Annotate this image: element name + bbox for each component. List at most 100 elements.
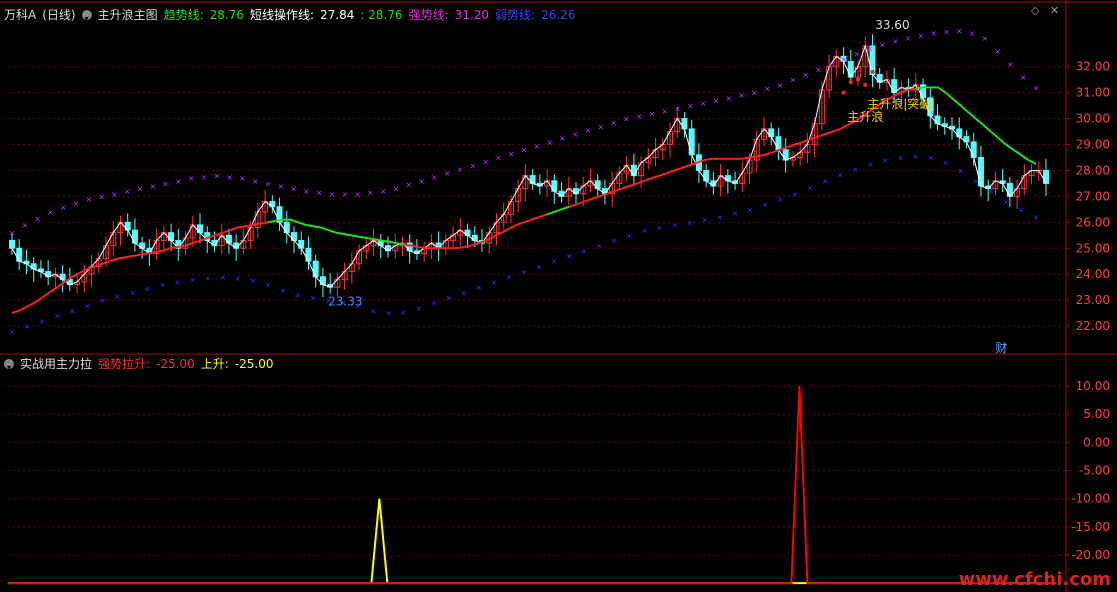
chart-canvas[interactable]: 22.00 23.00 24.00 25.00 26.00 27.00 28.00 29.00… — [0, 0, 1117, 592]
trend-ma-segment — [117, 256, 126, 260]
lower-band-mark: × — [475, 283, 482, 292]
trend-ma-segment — [403, 243, 412, 247]
trend-ma-segment — [674, 166, 683, 172]
upper-band-mark: × — [137, 185, 144, 194]
upper-band-mark: × — [700, 99, 707, 108]
trend-ma-segment — [373, 238, 382, 242]
upper-band-mark: × — [764, 85, 771, 94]
stock-name[interactable]: 万科A — [4, 6, 36, 24]
upper-band-mark: × — [623, 115, 630, 124]
sub-y-tick-label: 5.00 — [1083, 407, 1110, 421]
period-label[interactable]: (日线) — [42, 6, 75, 24]
diamond-icon[interactable]: ◇ — [1031, 4, 1039, 17]
trend-ma-segment — [290, 218, 299, 224]
trend-ma-segment — [583, 198, 593, 203]
trend-ma-segment — [546, 210, 555, 216]
trend-ma-segment — [598, 192, 608, 198]
lower-band-mark: × — [731, 209, 738, 218]
trend-line-value: 28.76 — [209, 8, 245, 22]
upper-band-mark: × — [572, 130, 579, 139]
lower-band-mark: × — [204, 274, 211, 283]
candle — [688, 128, 695, 156]
lower-band-mark: × — [536, 262, 543, 271]
trend-ma-segment — [659, 172, 668, 177]
upper-band-mark: × — [508, 150, 515, 159]
upper-band-mark: × — [444, 169, 451, 178]
upper-band-mark: × — [175, 177, 182, 186]
sub-indicator-name[interactable]: 实战用主力拉 — [20, 355, 92, 373]
trend-ma-segment — [937, 86, 947, 94]
trend-ma-segment — [764, 151, 773, 156]
trend-ma-segment — [967, 111, 977, 120]
trend-ma-segment — [19, 305, 28, 312]
trend-ma-segment — [230, 226, 239, 232]
upper-band-mark: × — [917, 32, 924, 41]
lower-band-mark: × — [445, 294, 452, 303]
upper-band-mark: × — [149, 182, 156, 191]
sub-y-tick-label: -20.00 — [1071, 548, 1110, 562]
trend-ma-segment — [952, 98, 962, 107]
sub-y-tick-label: 0.00 — [1083, 435, 1110, 449]
trend-ma-segment — [335, 231, 344, 235]
trend-ma-segment — [839, 124, 849, 130]
indicator-settings-icon[interactable]: ▾ — [81, 10, 92, 23]
lower-band-mark: × — [54, 312, 61, 321]
lower-band-mark: × — [1003, 198, 1010, 207]
sub-y-tick-label: -10.00 — [1071, 492, 1110, 506]
trend-ma-segment — [531, 216, 540, 221]
watermark: www.cfchi.com — [958, 569, 1111, 590]
upper-band-mark: × — [201, 173, 208, 182]
lower-band-mark: × — [114, 292, 121, 301]
upper-band-mark: × — [341, 190, 348, 199]
trend-ma-segment — [358, 235, 367, 239]
trend-ma-segment — [260, 221, 269, 225]
trend-ma-segment — [71, 272, 81, 278]
sub-series-line — [8, 386, 1056, 585]
upper-band-mark: × — [277, 182, 284, 191]
lower-band-mark: × — [942, 159, 949, 168]
trend-ma-segment — [410, 244, 419, 248]
trend-ma-segment — [990, 130, 1000, 139]
upper-band-mark: × — [393, 185, 400, 194]
sub-indicator-settings-icon[interactable]: ▾ — [4, 359, 14, 372]
candle — [782, 149, 789, 161]
lower-band-mark: × — [716, 213, 723, 222]
candle — [312, 260, 319, 278]
trend-ma-segment — [832, 127, 841, 133]
upper-band-mark: × — [649, 109, 656, 118]
trend-ma-segment — [704, 157, 713, 162]
trend-ma-segment — [538, 213, 547, 219]
indicator-name[interactable]: 主升浪主图 — [98, 6, 158, 24]
trend-ma-segment — [493, 231, 502, 238]
lower-band-mark: × — [822, 177, 829, 186]
candle — [630, 164, 637, 177]
lower-band-mark: × — [1033, 213, 1040, 222]
trend-ma-segment — [184, 242, 194, 247]
trend-ma-segment — [508, 224, 517, 230]
trend-ma-segment — [749, 155, 758, 159]
lower-band-mark: × — [701, 216, 708, 225]
candle — [891, 79, 898, 94]
trend-ma-segment — [915, 86, 924, 90]
trend-ma-segment — [350, 234, 359, 238]
upper-band-mark: × — [597, 122, 604, 131]
upper-band-mark: × — [226, 173, 233, 182]
upper-band-mark: × — [265, 179, 272, 188]
close-icon[interactable]: ✕ — [1050, 4, 1059, 17]
trend-ma-segment — [237, 225, 246, 229]
lower-band-mark: × — [987, 187, 994, 196]
trend-ma-segment — [975, 117, 984, 126]
upper-band-mark: × — [21, 221, 28, 230]
upper-band-mark: × — [85, 195, 92, 204]
candle — [551, 180, 558, 192]
signal-dot — [848, 80, 853, 85]
upper-band-mark: × — [60, 203, 67, 212]
trend-ma-segment — [591, 195, 600, 200]
upper-band-mark: × — [367, 188, 374, 197]
upper-band-mark: × — [47, 208, 54, 217]
trend-ma-segment — [561, 205, 570, 211]
trend-ma-segment — [636, 179, 645, 185]
upper-band-mark: × — [124, 187, 131, 196]
upper-band-mark: × — [559, 134, 566, 143]
weak-line-value: 26.26 — [541, 8, 576, 22]
